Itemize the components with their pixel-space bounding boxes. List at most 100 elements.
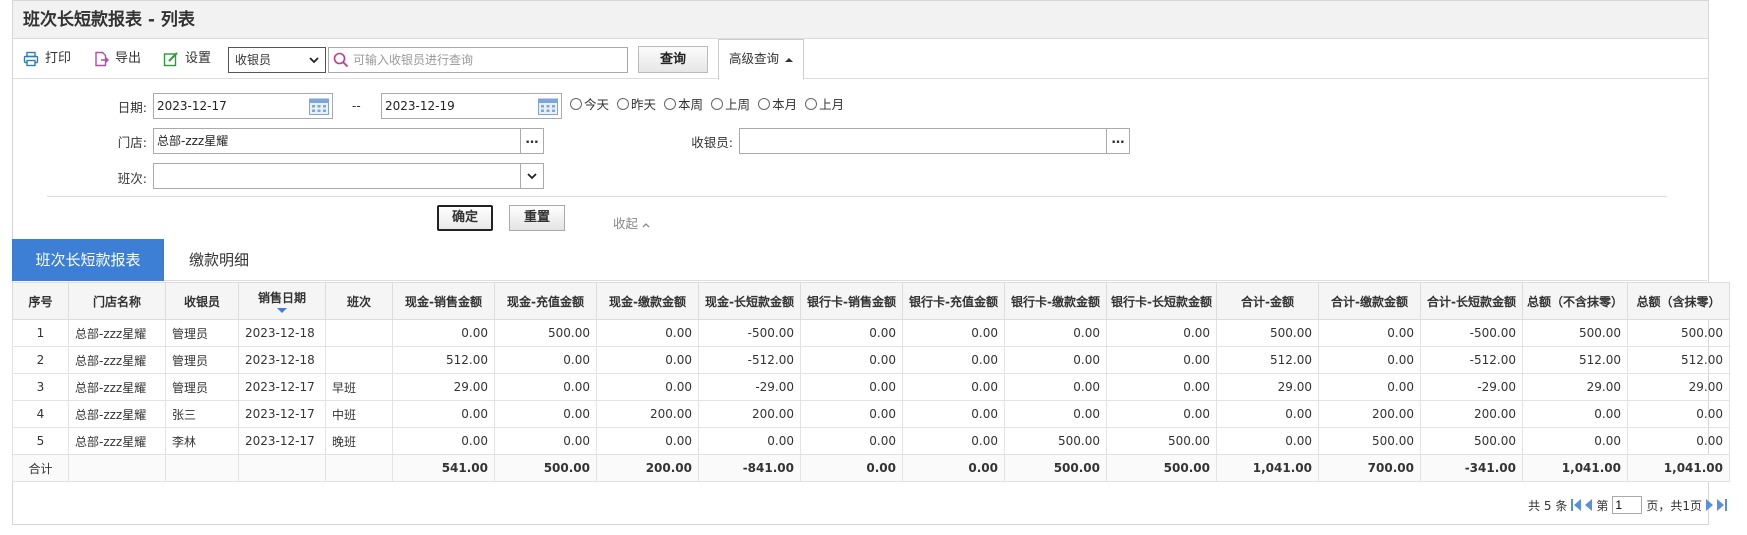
- table-cell: -29.00: [698, 373, 801, 401]
- range-yesterday-radio[interactable]: 昨天: [617, 94, 656, 113]
- column-header[interactable]: 银行卡-充值金额: [902, 282, 1005, 320]
- shift-field[interactable]: [153, 163, 521, 189]
- table-cell: 0.00: [1317, 319, 1421, 347]
- table-cell: 512.00: [1215, 346, 1319, 374]
- range-this-week-radio[interactable]: 本周: [664, 94, 703, 113]
- settings-button[interactable]: 设置: [163, 39, 211, 79]
- date-label: 日期:: [117, 100, 147, 115]
- table-cell: 总部-zzz星耀: [68, 373, 166, 401]
- print-label: 打印: [45, 51, 72, 66]
- table-row[interactable]: 5 总部-zzz星耀 李林 2023-12-17 晚班 0.00 0.00 0.00 0.00 0…: [12, 427, 1730, 455]
- table-row[interactable]: 3 总部-zzz星耀 管理员 2023-12-17 早班 29.00 0.00 0.00 -29…: [12, 373, 1730, 401]
- first-page-icon: [1574, 499, 1582, 511]
- total-cell: 500.00: [494, 454, 597, 482]
- search-field-select[interactable]: 收银员: [228, 47, 326, 73]
- column-header[interactable]: 现金-销售金额: [392, 282, 495, 320]
- store-field[interactable]: 总部-zzz星耀: [153, 128, 521, 154]
- table-cell: 早班: [325, 373, 393, 401]
- column-header[interactable]: 班次: [325, 282, 393, 320]
- table-cell: 2023-12-17: [238, 373, 326, 401]
- column-header-label: 银行卡-缴款金额: [1011, 294, 1100, 309]
- total-cell: [165, 454, 239, 482]
- table-cell: -29.00: [1419, 373, 1523, 401]
- range-last-month-radio[interactable]: 上月: [805, 94, 844, 113]
- calendar-icon[interactable]: [537, 96, 559, 116]
- table-row[interactable]: 1 总部-zzz星耀 管理员 2023-12-18 0.00 500.00 0.00 -500…: [12, 319, 1730, 347]
- toolbar: 打印 导出 设置 收银员 查询: [13, 39, 1708, 80]
- range-today-radio[interactable]: 今天: [570, 94, 609, 113]
- column-header[interactable]: 合计-长短款金额: [1419, 282, 1523, 320]
- range-last-week-radio[interactable]: 上周: [711, 94, 750, 113]
- export-button[interactable]: 导出: [93, 39, 141, 79]
- column-header-label: 现金-充值金额: [507, 294, 584, 309]
- table-cell: 0.00: [596, 427, 699, 455]
- column-header[interactable]: 门店名称: [68, 282, 166, 320]
- total-cell: [68, 454, 166, 482]
- prev-page-button[interactable]: [1585, 499, 1593, 511]
- last-page-button[interactable]: [1717, 499, 1727, 511]
- table-cell: 0.00: [494, 346, 597, 374]
- cashier-field[interactable]: [739, 128, 1107, 154]
- column-header[interactable]: 合计-金额: [1215, 282, 1319, 320]
- table-cell: 0.00: [1106, 400, 1217, 428]
- table-cell: 0.00: [1004, 346, 1107, 374]
- column-header[interactable]: 银行卡-缴款金额: [1004, 282, 1107, 320]
- table-cell: 总部-zzz星耀: [68, 400, 166, 428]
- tab-shift-report[interactable]: 班次长短款报表: [12, 239, 164, 281]
- table-row[interactable]: 4 总部-zzz星耀 张三 2023-12-17 中班 0.00 0.00 200.00 200…: [12, 400, 1730, 428]
- range-this-month-radio[interactable]: 本月: [758, 94, 797, 113]
- column-header[interactable]: 序号: [12, 282, 69, 320]
- cashier-picker-button[interactable]: …: [1106, 128, 1130, 154]
- table-cell: 512.00: [1521, 346, 1629, 374]
- table-cell: 2: [12, 346, 69, 374]
- query-button[interactable]: 查询: [638, 46, 708, 73]
- column-header-label: 总额（含抹零）: [1636, 294, 1721, 309]
- date-from-field[interactable]: 2023-12-17: [153, 93, 333, 119]
- table-cell: 0.00: [392, 427, 495, 455]
- column-header-label: 现金-销售金额: [405, 294, 482, 309]
- first-page-button[interactable]: [1571, 499, 1582, 511]
- next-page-button[interactable]: [1706, 499, 1713, 511]
- table-cell: 200.00: [1419, 400, 1523, 428]
- date-to-field[interactable]: 2023-12-19: [381, 93, 562, 119]
- calendar-icon[interactable]: [308, 96, 330, 116]
- column-header-label: 合计-长短款金额: [1426, 294, 1516, 309]
- table-row[interactable]: 2 总部-zzz星耀 管理员 2023-12-18 512.00 0.00 0.00 -512…: [12, 346, 1730, 374]
- advanced-query-toggle[interactable]: 高级查询: [718, 39, 804, 80]
- column-header[interactable]: 销售日期: [238, 282, 326, 320]
- print-button[interactable]: 打印: [23, 39, 71, 79]
- radio-circle: [758, 97, 771, 110]
- search-input[interactable]: [349, 49, 627, 71]
- table-cell: 0.00: [494, 427, 597, 455]
- column-header[interactable]: 收银员: [165, 282, 239, 320]
- store-picker-button[interactable]: …: [520, 128, 544, 154]
- column-header[interactable]: 总额（不含抹零）: [1521, 282, 1629, 320]
- range-this-week-label: 本周: [678, 97, 704, 112]
- column-header-label: 班次: [346, 294, 371, 309]
- table-cell: 0.00: [1627, 400, 1730, 428]
- column-header[interactable]: 现金-缴款金额: [596, 282, 699, 320]
- column-header[interactable]: 银行卡-长短款金额: [1106, 282, 1217, 320]
- table-cell: 2023-12-17: [238, 400, 326, 428]
- column-header[interactable]: 总额（含抹零）: [1627, 282, 1730, 320]
- table-cell: 2023-12-18: [238, 346, 326, 374]
- collapse-link[interactable]: 收起: [613, 213, 650, 232]
- table-cell: 0.00: [902, 400, 1005, 428]
- total-cell: 541.00: [392, 454, 495, 482]
- table-cell: 0.00: [1215, 427, 1319, 455]
- table-cell: 管理员: [165, 373, 239, 401]
- column-header[interactable]: 现金-长短款金额: [698, 282, 801, 320]
- column-header[interactable]: 现金-充值金额: [494, 282, 597, 320]
- edit-settings-icon: [163, 52, 178, 67]
- reset-button[interactable]: 重置: [509, 205, 565, 231]
- column-header[interactable]: 合计-缴款金额: [1317, 282, 1421, 320]
- tab-payment-detail[interactable]: 缴款明细: [164, 239, 274, 281]
- shift-dropdown-button[interactable]: [520, 163, 544, 189]
- column-header[interactable]: 银行卡-销售金额: [800, 282, 903, 320]
- search-box: [328, 47, 628, 73]
- confirm-button[interactable]: 确定: [437, 205, 493, 231]
- table-cell: 512.00: [392, 346, 495, 374]
- table-cell: 29.00: [392, 373, 495, 401]
- page-number-input[interactable]: [1612, 496, 1643, 514]
- table-cell: -512.00: [698, 346, 801, 374]
